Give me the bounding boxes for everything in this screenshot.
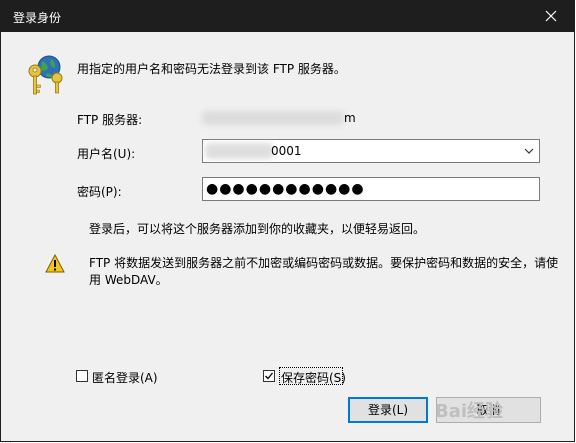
password-field[interactable]: ●●●●●●●●●●●● (202, 177, 540, 201)
server-label: FTP 服务器: (77, 113, 143, 127)
login-failed-message: 用指定的用户名和密码无法登录到该 FTP 服务器。 (77, 62, 346, 76)
redacted-server-name (202, 111, 344, 125)
anonymous-login-checkbox[interactable] (76, 370, 88, 382)
title-bar: 登录身份 (1, 1, 574, 32)
close-button[interactable] (528, 1, 574, 32)
anonymous-login-label[interactable]: 匿名登录(A) (92, 369, 158, 386)
favorites-info-text: 登录后，可以将这个服务器添加到你的收藏夹，以便轻易返回。 (89, 222, 426, 236)
watermark: Bai经验 (435, 401, 504, 422)
password-value: ●●●●●●●●●●●● (206, 181, 365, 197)
login-dialog: 登录身份 用指定的用户名和密码无法登录到该 FTP 服务器。 FTP 服务器: … (0, 0, 575, 442)
warning-icon (45, 254, 65, 273)
dialog-title: 登录身份 (13, 11, 62, 25)
close-icon (545, 10, 557, 22)
chevron-down-icon[interactable] (522, 144, 536, 158)
save-password-label[interactable]: 保存密码(S) (281, 369, 346, 386)
security-warning-text: FTP 将数据发送到服务器之前不加密或编码密码或数据。要保护密码和数据的安全，请… (89, 256, 559, 287)
username-combobox[interactable]: 0001 (202, 139, 540, 163)
password-label: 密码(P): (77, 185, 122, 199)
server-value: m (202, 111, 362, 125)
redacted-username (205, 143, 273, 159)
login-button[interactable]: 登录(L) (348, 397, 428, 423)
server-value-suffix: m (344, 111, 356, 125)
checkmark-icon (265, 372, 274, 380)
username-value: 0001 (271, 144, 302, 158)
save-password-checkbox[interactable] (263, 370, 275, 382)
username-label: 用户名(U): (77, 147, 136, 161)
keys-globe-icon (28, 55, 63, 95)
